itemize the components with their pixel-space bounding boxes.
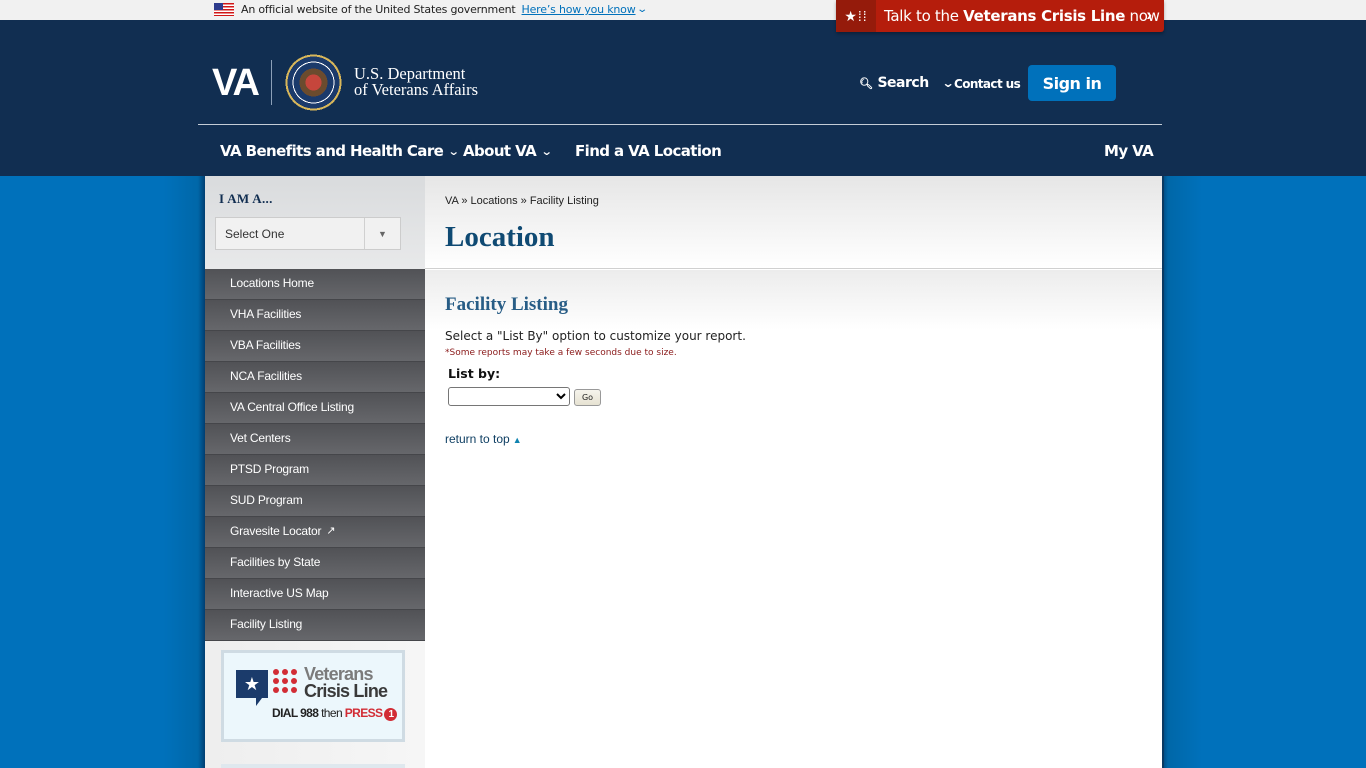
return-to-top-link[interactable]: return to top ▲: [445, 432, 522, 446]
return-to-top-label: return to top: [445, 432, 510, 446]
sidebar-item-label: VA Central Office Listing: [230, 400, 354, 414]
sidebar-item-central-office[interactable]: VA Central Office Listing: [205, 393, 425, 424]
sidebar-item-label: SUD Program: [230, 493, 303, 507]
chevron-down-icon[interactable]: ⌄: [636, 4, 648, 15]
sidebar-item-locations-home[interactable]: Locations Home: [205, 269, 425, 300]
sidebar-item-label: Interactive US Map: [230, 586, 329, 600]
va-seal-icon: [285, 54, 342, 111]
i-am-a-select[interactable]: Select One ▼: [215, 217, 401, 250]
dial-then: then: [318, 706, 345, 720]
press-number-icon: 1: [384, 708, 398, 721]
crisis-line-text: Talk to the Veterans Crisis Line now: [884, 7, 1160, 25]
sidebar-item-label: PTSD Program: [230, 462, 309, 476]
sidebar-nav: Locations Home VHA Facilities VBA Facili…: [205, 269, 425, 641]
search-button[interactable]: 🔍︎ Search ⌄: [859, 75, 954, 91]
nav-about-va[interactable]: About VA ⌄: [463, 142, 553, 160]
i-am-a-select-value: Select One: [225, 227, 285, 241]
crisis-line-promo[interactable]: ★ Veterans Crisis Line DIAL 988 then PRE…: [221, 650, 405, 742]
nav-label: Find a VA Location: [575, 142, 722, 160]
external-link-icon: ↗: [326, 525, 336, 537]
chevron-right-icon: ›: [1146, 5, 1152, 24]
sidebar-item-label: Gravesite Locator: [230, 524, 322, 538]
sidebar-item-label: Vet Centers: [230, 431, 291, 445]
sidebar-item-facilities-by-state[interactable]: Facilities by State: [205, 548, 425, 579]
secondary-promo[interactable]: [221, 764, 405, 768]
sidebar-item-sud-program[interactable]: SUD Program: [205, 486, 425, 517]
list-by-label: List by:: [448, 366, 501, 381]
sidebar-item-label: Locations Home: [230, 276, 314, 290]
contact-us-link[interactable]: Contact us: [954, 77, 1021, 91]
breadcrumb-locations[interactable]: Locations: [471, 195, 518, 207]
nav-label: My VA: [1104, 142, 1154, 160]
sidebar: I AM A... Select One ▼ Locations Home VH…: [205, 176, 425, 768]
department-name[interactable]: U.S. Department of Veterans Affairs: [354, 65, 479, 99]
us-flag-icon: [214, 3, 234, 16]
va-logo[interactable]: VA: [212, 62, 260, 105]
page-container: I AM A... Select One ▼ Locations Home VH…: [205, 176, 1163, 768]
sidebar-item-label: NCA Facilities: [230, 369, 302, 383]
gov-banner-text: An official website of the United States…: [241, 3, 516, 16]
sidebar-item-facility-listing[interactable]: Facility Listing: [205, 610, 425, 641]
sidebar-item-ptsd-program[interactable]: PTSD Program: [205, 455, 425, 486]
search-icon: 🔍︎: [859, 76, 873, 90]
main-content: VA » Locations » Facility Listing Locati…: [425, 176, 1163, 768]
go-button[interactable]: Go: [574, 389, 601, 406]
crisis-chat-icon: ★⁞⁞: [836, 0, 876, 32]
sidebar-item-label: VHA Facilities: [230, 307, 302, 321]
promo-line-2: Crisis Line: [304, 681, 388, 701]
nav-label: VA Benefits and Health Care: [220, 142, 444, 160]
intro-text: Select a "List By" option to customize y…: [445, 329, 746, 343]
crisis-bold: Veterans Crisis Line: [963, 7, 1126, 25]
nav-find-location[interactable]: Find a VA Location: [575, 142, 722, 160]
dial-number: DIAL 988: [272, 706, 319, 720]
dots-icon: [273, 669, 299, 693]
sidebar-item-label: Facility Listing: [230, 617, 303, 631]
crisis-line-button[interactable]: ★⁞⁞ Talk to the Veterans Crisis Line now…: [836, 0, 1164, 32]
sidebar-item-gravesite-locator[interactable]: Gravesite Locator ↗: [205, 517, 425, 548]
promo-title: Veterans Crisis Line: [304, 665, 388, 701]
sidebar-item-interactive-map[interactable]: Interactive US Map: [205, 579, 425, 610]
list-by-select[interactable]: [448, 387, 570, 406]
search-label: Search: [877, 75, 929, 91]
sidebar-item-vha-facilities[interactable]: VHA Facilities: [205, 300, 425, 331]
crisis-suffix: now: [1125, 7, 1160, 25]
sidebar-item-vet-centers[interactable]: Vet Centers: [205, 424, 425, 455]
star-bubble-icon: ★: [236, 670, 268, 706]
breadcrumb-separator: »: [458, 195, 471, 207]
dial-press: PRESS: [344, 706, 383, 720]
page-title: Location: [445, 221, 555, 253]
size-note: *Some reports may take a few seconds due…: [445, 348, 677, 358]
sidebar-item-vba-facilities[interactable]: VBA Facilities: [205, 331, 425, 362]
sign-in-button[interactable]: Sign in: [1028, 65, 1116, 101]
title-band: VA » Locations » Facility Listing Locati…: [425, 176, 1163, 269]
logo-divider: [271, 60, 272, 105]
i-am-a-label: I AM A...: [219, 191, 273, 206]
section-title: Facility Listing: [445, 294, 568, 315]
breadcrumb-va[interactable]: VA: [445, 195, 458, 207]
breadcrumb-separator: »: [517, 195, 530, 207]
dropdown-arrow-icon[interactable]: ▼: [364, 218, 400, 249]
main-nav: VA Benefits and Health Care ⌄ About VA ⌄…: [198, 125, 1162, 176]
chevron-down-icon: ⌄: [540, 144, 553, 158]
heres-how-you-know-link[interactable]: Here’s how you know: [522, 3, 636, 16]
breadcrumb-current: Facility Listing: [529, 195, 599, 207]
crisis-line-promo-inner: ★ Veterans Crisis Line DIAL 988 then PRE…: [224, 653, 402, 739]
triangle-up-icon: ▲: [512, 435, 522, 445]
sidebar-item-label: VBA Facilities: [230, 338, 301, 352]
nav-label: About VA: [463, 142, 537, 160]
i-am-a-panel: I AM A... Select One ▼: [205, 176, 425, 269]
breadcrumb: VA » Locations » Facility Listing: [445, 195, 599, 207]
chevron-down-icon: ⌄: [941, 76, 954, 90]
dept-line-2: of Veterans Affairs: [354, 80, 479, 99]
crisis-prefix: Talk to the: [884, 7, 964, 25]
promo-dial-text: DIAL 988 then PRESS 1: [272, 706, 398, 721]
site-header: VA U.S. Department of Veterans Affairs 🔍…: [0, 20, 1366, 176]
sidebar-item-label: Facilities by State: [230, 555, 321, 569]
nav-my-va[interactable]: My VA: [1104, 142, 1154, 160]
sidebar-item-nca-facilities[interactable]: NCA Facilities: [205, 362, 425, 393]
container-edge: [1162, 176, 1164, 768]
nav-va-benefits[interactable]: VA Benefits and Health Care ⌄: [220, 142, 460, 160]
chevron-down-icon: ⌄: [447, 144, 460, 158]
